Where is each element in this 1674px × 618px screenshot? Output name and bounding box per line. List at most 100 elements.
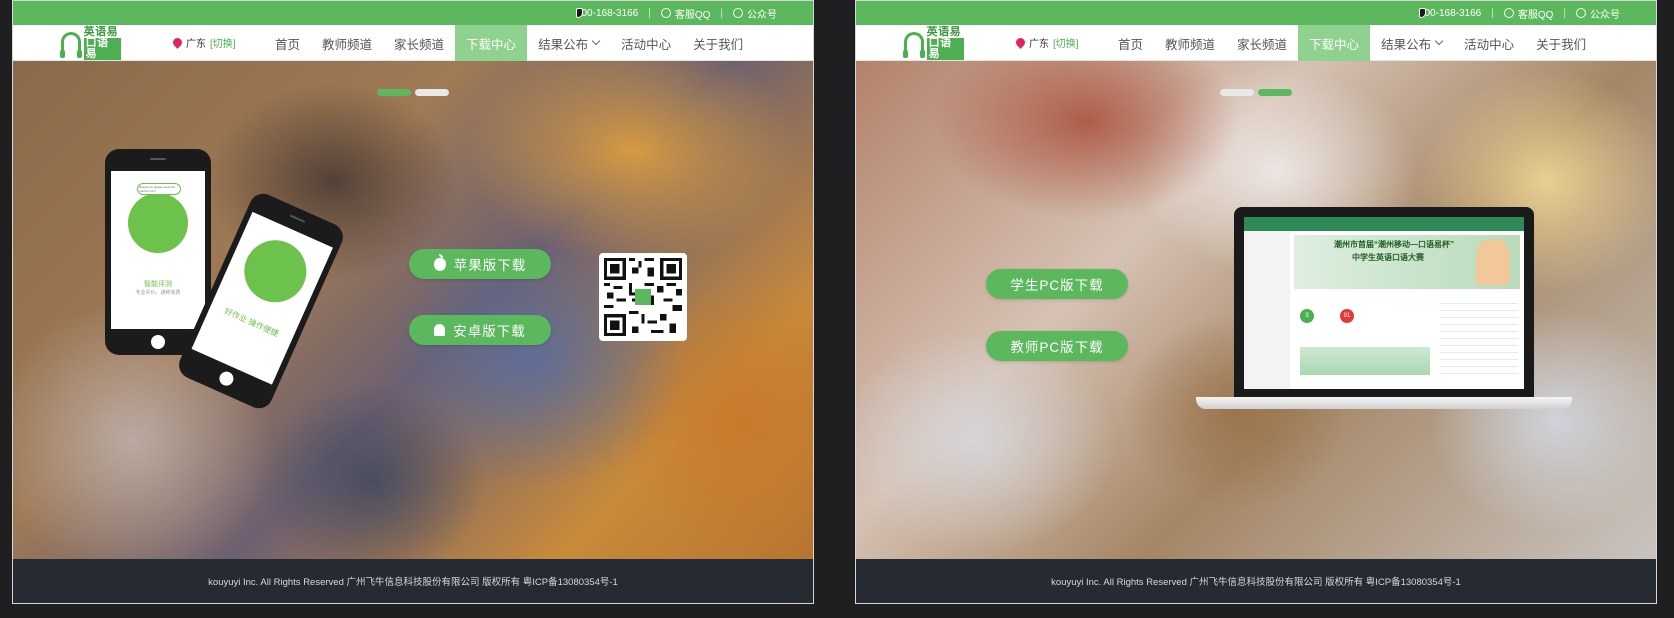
hotline-number: 400-168-3166 [575,7,639,19]
phone-subcaption: 专业评价、通称收费 [135,290,181,296]
main-nav: 英语易 口语易 广东 [切换] 首页 教师频道 家长频道 下载中心 结果公布 活… [856,25,1656,61]
hero-banner: 学生PC版下载 教师PC版下载 潮州市首届“潮州移动—口语易杯” 中学生英语口语… [856,61,1656,561]
app-header-bar [1244,217,1524,231]
main-nav: 英语易 口语易 广东 [切换] 首页 教师频道 家长频道 下载中心 结果公布 活… [13,25,813,61]
carousel-dot-2[interactable] [415,89,449,96]
teacher-pc-download-label: 教师PC版下载 [1010,340,1104,355]
student-pc-download-label: 学生PC版下载 [1010,278,1104,293]
contest-banner: 潮州市首届“潮州移动—口语易杯” 中学生英语口语大赛 [1294,235,1520,289]
contest-banner-subtitle: 中学生英语口语大赛 [1352,253,1424,262]
top-info-bar: 400-168-3166 | 客服QQ | 公众号 [13,1,813,25]
qq-label: 客服QQ [674,9,711,21]
app-sidebar [1244,231,1290,389]
region-name: 广东 [186,39,206,50]
footer-copyright: kouyuyi Inc. All Rights Reserved 广州飞牛信息科… [1051,577,1461,588]
nav-download[interactable]: 下载中心 [455,25,528,61]
region-selector[interactable]: 广东 [切换] [1014,35,1079,50]
nav-parent[interactable]: 家长频道 [1226,25,1298,61]
wechat-icon [1576,8,1586,18]
wechat-link[interactable]: 公众号 [1576,6,1620,21]
site-footer: kouyuyi Inc. All Rights Reserved 广州飞牛信息科… [13,559,813,603]
phone-speaker [289,214,306,223]
logo-line-1: 英语易 [926,25,962,38]
progress-chart [1300,347,1430,375]
logo-line-2: 口语易 [83,37,121,60]
nav-results[interactable]: 结果公布 [527,25,610,61]
nav-teacher[interactable]: 教师频道 [1154,25,1226,61]
qq-icon [1503,8,1514,18]
nav-parent[interactable]: 家长频道 [383,25,455,61]
phone-caption-2: 好作业 操作便捷 [223,306,280,339]
home-button [217,369,236,388]
region-selector[interactable]: 广东 [切换] [171,35,236,50]
carousel-dot-1[interactable] [1220,89,1254,96]
chevron-down-icon [591,36,601,46]
nav-download[interactable]: 下载中心 [1298,25,1371,61]
laptop-screen-content: 潮州市首届“潮州移动—口语易杯” 中学生英语口语大赛 3 91 [1244,217,1524,389]
phone-speaker [150,158,166,160]
carousel-dot-2[interactable] [1258,89,1292,96]
region-name: 广东 [1029,39,1049,50]
ios-download-label: 苹果版下载 [453,258,527,273]
carousel-indicators [377,89,449,96]
wechat-link[interactable]: 公众号 [733,6,777,21]
boy-illustration [1476,239,1510,285]
speech-bubble: Would you please send the mail for me? [137,183,181,195]
headphones-icon [903,32,925,58]
carousel-dot-1[interactable] [377,89,411,96]
download-page-slide-mobile: 400-168-3166 | 客服QQ | 公众号 英语易 口语易 广东 [切换… [12,0,814,604]
divider: | [720,7,723,19]
phone-caption: 智能评测 [144,281,172,288]
contest-banner-title: 潮州市首届“潮州移动—口语易杯” [1334,240,1454,249]
apple-icon [433,253,446,271]
home-button [151,335,165,349]
android-icon [434,324,446,336]
student-pc-download-button[interactable]: 学生PC版下载 [986,269,1128,299]
divider: | [1563,7,1566,19]
hotline: 400-168-3166 [1418,7,1482,19]
nav-about[interactable]: 关于我们 [1525,25,1597,61]
carousel-indicators [1220,89,1292,96]
android-download-button[interactable]: 安卓版下载 [409,315,551,345]
phone-screen: Would you please send the mail for me? 智… [111,171,205,329]
download-page-slide-pc: 400-168-3166 | 客服QQ | 公众号 英语易 口语易 广东 [切换… [855,0,1657,604]
hotline-number: 400-168-3166 [1418,7,1482,19]
notice-list [1440,297,1518,377]
region-switch-link[interactable]: [切换] [1053,35,1079,50]
nav-events[interactable]: 活动中心 [1453,25,1525,61]
stat-circle-green: 3 [1300,309,1314,323]
location-pin-icon [171,36,184,49]
region-switch-link[interactable]: [切换] [210,35,236,50]
nav-home[interactable]: 首页 [1107,25,1154,61]
divider: | [648,7,651,19]
qq-link[interactable]: 客服QQ [1503,6,1554,21]
teacher-illustration [234,230,317,313]
location-pin-icon [1014,36,1027,49]
logo-line-2: 口语易 [926,37,964,60]
laptop-base [1196,397,1572,409]
teacher-pc-download-button[interactable]: 教师PC版下载 [986,331,1128,361]
qq-link[interactable]: 客服QQ [660,6,711,21]
qr-code [599,253,687,341]
site-logo[interactable]: 英语易 口语易 [903,25,964,60]
android-download-label: 安卓版下载 [453,324,526,339]
qq-icon [660,8,671,18]
wechat-icon [733,8,743,18]
hero-banner: Would you please send the mail for me? 智… [13,61,813,561]
nav-results-label: 结果公布 [538,37,589,52]
qq-label: 客服QQ [1517,9,1554,21]
nav-results[interactable]: 结果公布 [1370,25,1453,61]
nav-events[interactable]: 活动中心 [610,25,682,61]
site-footer: kouyuyi Inc. All Rights Reserved 广州飞牛信息科… [856,559,1656,603]
nav-about[interactable]: 关于我们 [682,25,754,61]
site-logo[interactable]: 英语易 口语易 [60,25,121,60]
top-info-bar: 400-168-3166 | 客服QQ | 公众号 [856,1,1656,25]
laptop-mockup: 潮州市首届“潮州移动—口语易杯” 中学生英语口语大赛 3 91 [1234,207,1534,397]
divider: | [1491,7,1494,19]
nav-teacher[interactable]: 教师频道 [311,25,383,61]
logo-line-1: 英语易 [83,25,119,38]
character-illustration [128,193,188,253]
nav-home[interactable]: 首页 [264,25,311,61]
nav-results-label: 结果公布 [1381,37,1432,52]
ios-download-button[interactable]: 苹果版下载 [409,249,551,279]
